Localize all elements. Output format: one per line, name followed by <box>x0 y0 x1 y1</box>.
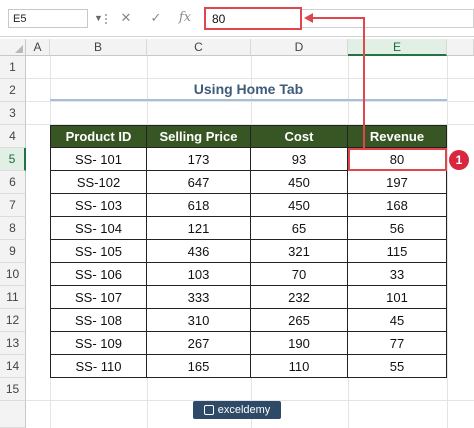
row-header-9[interactable]: 9 <box>0 240 26 263</box>
row-header-6[interactable]: 6 <box>0 171 26 194</box>
spreadsheet-window: E5 ▼ ✕ ✓ fx 80 A B C D E 1 2 3 4 5 6 7 8… <box>0 0 474 428</box>
column-header-f[interactable] <box>447 39 474 56</box>
gridline <box>447 56 448 428</box>
table-cell[interactable]: 232 <box>251 286 348 309</box>
watermark-logo: exceldemy <box>193 401 281 419</box>
row-header-2[interactable]: 2 <box>0 79 26 102</box>
table-cell[interactable]: 33 <box>348 263 447 286</box>
step-number-badge: 1 <box>449 150 469 170</box>
cancel-icon[interactable]: ✕ <box>117 10 135 26</box>
table-cell[interactable]: 55 <box>348 355 447 378</box>
table-cell[interactable]: SS-102 <box>50 171 147 194</box>
table-cell[interactable]: SS- 107 <box>50 286 147 309</box>
table-cell[interactable]: 115 <box>348 240 447 263</box>
name-box-dropdown-icon[interactable]: ▼ <box>94 13 103 23</box>
table-cell[interactable]: 265 <box>251 309 348 332</box>
table-cell[interactable]: 103 <box>147 263 251 286</box>
column-header-a[interactable]: A <box>26 39 50 56</box>
table-cell[interactable]: SS- 106 <box>50 263 147 286</box>
column-header-d[interactable]: D <box>251 39 348 56</box>
row-header-7[interactable]: 7 <box>0 194 26 217</box>
row-header-12[interactable]: 12 <box>0 309 26 332</box>
row-header-4[interactable]: 4 <box>0 125 26 148</box>
name-box[interactable]: E5 <box>8 9 88 28</box>
row-header-15[interactable]: 15 <box>0 378 26 401</box>
table-cell[interactable]: 321 <box>251 240 348 263</box>
table-cell[interactable]: SS- 104 <box>50 217 147 240</box>
column-header-c[interactable]: C <box>147 39 251 56</box>
watermark-text: exceldemy <box>217 404 271 416</box>
formula-input-extension[interactable] <box>302 9 474 28</box>
active-cell-e5[interactable]: 80 <box>348 148 447 171</box>
table-cell[interactable]: 110 <box>251 355 348 378</box>
table-header-product-id[interactable]: Product ID <box>50 125 147 148</box>
table-cell[interactable]: 310 <box>147 309 251 332</box>
table-cell[interactable]: 190 <box>251 332 348 355</box>
table-cell[interactable]: 267 <box>147 332 251 355</box>
table-cell[interactable]: 197 <box>348 171 447 194</box>
logo-icon <box>203 405 214 415</box>
table-cell[interactable]: SS- 110 <box>50 355 147 378</box>
table-cell[interactable]: 93 <box>251 148 348 171</box>
row-header-3[interactable]: 3 <box>0 102 26 125</box>
table-cell[interactable]: 450 <box>251 194 348 217</box>
formula-bar-grip-icon[interactable] <box>103 9 109 28</box>
row-header-13[interactable]: 13 <box>0 332 26 355</box>
table-cell[interactable]: 173 <box>147 148 251 171</box>
row-header-16[interactable] <box>0 401 26 428</box>
row-header-10[interactable]: 10 <box>0 263 26 286</box>
table-cell[interactable]: SS- 103 <box>50 194 147 217</box>
row-header-8[interactable]: 8 <box>0 217 26 240</box>
table-header-selling-price[interactable]: Selling Price <box>147 125 251 148</box>
table-cell[interactable]: SS- 108 <box>50 309 147 332</box>
row-header-14[interactable]: 14 <box>0 355 26 378</box>
table-cell[interactable]: 436 <box>147 240 251 263</box>
enter-icon[interactable]: ✓ <box>147 10 165 26</box>
column-header-b[interactable]: B <box>50 39 147 56</box>
select-all-corner[interactable] <box>0 39 26 56</box>
table-cell[interactable]: SS- 101 <box>50 148 147 171</box>
table-cell[interactable]: 618 <box>147 194 251 217</box>
formula-input[interactable]: 80 <box>204 7 302 30</box>
table-header-revenue[interactable]: Revenue <box>348 125 447 148</box>
table-cell[interactable]: 70 <box>251 263 348 286</box>
table-cell[interactable]: 77 <box>348 332 447 355</box>
gridline <box>26 101 474 102</box>
row-header-1[interactable]: 1 <box>0 56 26 79</box>
table-cell[interactable]: 121 <box>147 217 251 240</box>
table-cell[interactable]: 647 <box>147 171 251 194</box>
table-cell[interactable]: 168 <box>348 194 447 217</box>
table-cell[interactable]: 65 <box>251 217 348 240</box>
column-header-e[interactable]: E <box>348 39 447 56</box>
table-cell[interactable]: SS- 109 <box>50 332 147 355</box>
sheet-title: Using Home Tab <box>50 79 447 101</box>
table-header-cost[interactable]: Cost <box>251 125 348 148</box>
table-cell[interactable]: 45 <box>348 309 447 332</box>
row-header-5[interactable]: 5 <box>0 148 26 171</box>
table-cell[interactable]: 333 <box>147 286 251 309</box>
insert-function-button[interactable]: fx <box>176 10 194 25</box>
row-header-11[interactable]: 11 <box>0 286 26 309</box>
table-cell[interactable]: 450 <box>251 171 348 194</box>
table-cell[interactable]: SS- 105 <box>50 240 147 263</box>
table-cell[interactable]: 56 <box>348 217 447 240</box>
table-cell[interactable]: 101 <box>348 286 447 309</box>
formula-bar: E5 ▼ ✕ ✓ fx 80 <box>0 0 474 37</box>
table-cell[interactable]: 165 <box>147 355 251 378</box>
